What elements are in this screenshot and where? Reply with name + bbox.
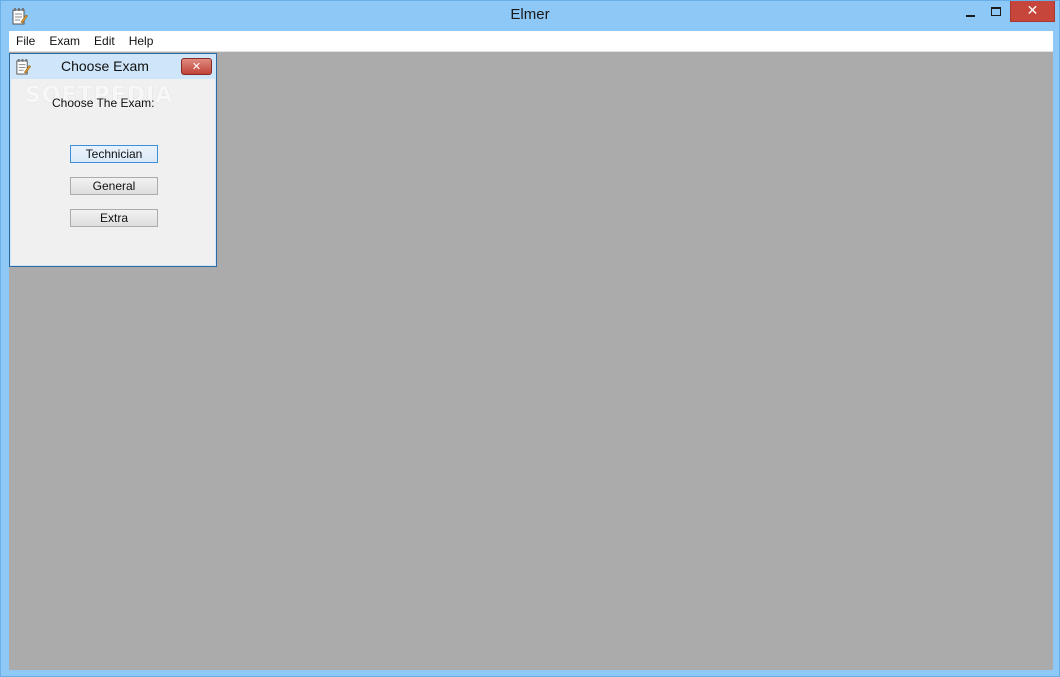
technician-button[interactable]: Technician (70, 145, 158, 163)
extra-button[interactable]: Extra (70, 209, 158, 227)
menu-help[interactable]: Help (122, 31, 161, 51)
menu-bar: File Exam Edit Help (9, 31, 1053, 52)
close-button[interactable]: ✕ (1010, 1, 1055, 22)
minimize-icon (965, 14, 975, 17)
close-icon: ✕ (1026, 3, 1039, 19)
dialog-close-button[interactable]: ✕ (181, 58, 212, 75)
close-icon: ✕ (191, 60, 202, 73)
window-title: Elmer (510, 6, 550, 23)
menu-exam[interactable]: Exam (42, 31, 87, 51)
notepad-icon[interactable] (15, 58, 31, 75)
minimize-button[interactable] (957, 1, 983, 22)
maximize-icon (991, 7, 1001, 16)
maximize-button[interactable] (983, 1, 1009, 22)
dialog-title: Choose Exam (61, 58, 149, 74)
title-bar[interactable]: Elmer ✕ (1, 1, 1059, 31)
general-button[interactable]: General (70, 177, 158, 195)
choose-exam-dialog: Choose Exam ✕ SOFTPEDIA Choose The Exam:… (9, 53, 217, 267)
main-window: Elmer ✕ File Exam Edit Help Choose Exam … (0, 0, 1060, 677)
menu-file[interactable]: File (9, 31, 42, 51)
exam-prompt-label: Choose The Exam: (52, 96, 155, 110)
menu-edit[interactable]: Edit (87, 31, 122, 51)
dialog-title-bar[interactable]: Choose Exam ✕ (10, 54, 216, 79)
dialog-body: SOFTPEDIA Choose The Exam: Technician Ge… (11, 79, 215, 265)
